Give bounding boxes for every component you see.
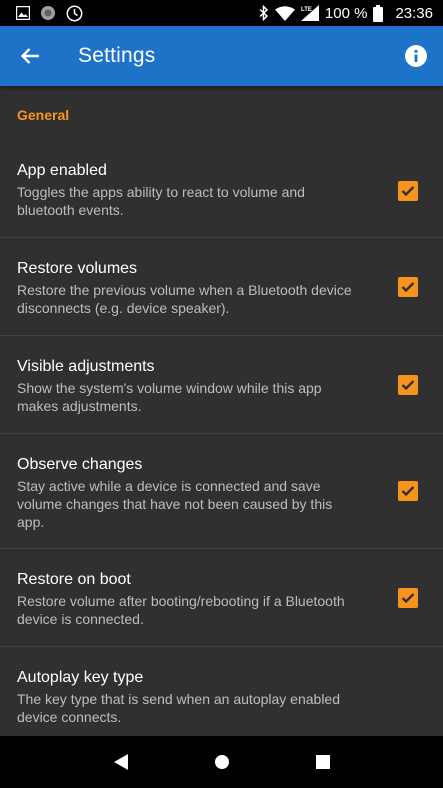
check-icon [401, 185, 415, 196]
status-time: 23:36 [395, 4, 433, 22]
home-icon [214, 755, 229, 769]
status-right: LTE 100 % 23:36 [259, 4, 433, 22]
check-icon [401, 486, 415, 497]
bluetooth-icon [259, 5, 269, 21]
pref-summary: Restore volume after booting/rebooting i… [17, 593, 345, 627]
nav-recents-button[interactable] [303, 742, 343, 782]
arrow-left-icon [20, 48, 39, 64]
visible-adjustments-checkbox[interactable] [398, 374, 418, 395]
pref-title: Restore on boot [17, 571, 131, 588]
status-left [16, 5, 83, 22]
battery-percent: 100 % [324, 4, 368, 22]
pref-title: Observe changes [17, 456, 143, 473]
pref-summary: Show the system's volume window while th… [17, 380, 322, 414]
status-bar: LTE 100 % 23:36 [0, 0, 443, 26]
clock-icon [66, 5, 83, 22]
pref-autoplay-key-type[interactable]: Autoplay key type The key type that is s… [0, 647, 443, 736]
image-icon [16, 6, 30, 20]
observe-changes-checkbox[interactable] [398, 481, 418, 501]
nav-home-button[interactable] [202, 742, 242, 782]
pref-title: Visible adjustments [17, 358, 155, 375]
nav-back-button[interactable] [101, 742, 141, 782]
recents-icon [315, 755, 330, 769]
navigation-bar [0, 736, 443, 788]
pref-title: App enabled [17, 162, 107, 179]
check-icon [401, 281, 415, 292]
record-icon [40, 5, 56, 21]
category-general: General [17, 107, 70, 123]
info-button[interactable] [389, 26, 443, 86]
battery-icon [373, 4, 384, 22]
pref-title: Autoplay key type [17, 669, 144, 686]
pref-summary: The key type that is send when an autopl… [17, 691, 340, 725]
wifi-icon [274, 5, 295, 21]
pref-observe-changes[interactable]: Observe changes Stay active while a devi… [0, 434, 443, 549]
page-title: Settings [78, 44, 156, 67]
pref-summary: Toggles the apps ability to react to vol… [17, 184, 305, 218]
restore-volumes-checkbox[interactable] [398, 276, 418, 297]
pref-restore-volumes[interactable]: Restore volumes Restore the previous vol… [0, 238, 443, 336]
app-enabled-checkbox[interactable] [398, 180, 418, 201]
pref-title: Restore volumes [17, 260, 138, 277]
pref-summary: Stay active while a device is connected … [17, 478, 333, 530]
back-icon [113, 754, 128, 770]
check-icon [401, 592, 415, 603]
lte-signal-icon: LTE [300, 5, 319, 21]
pref-app-enabled[interactable]: App enabled Toggles the apps ability to … [0, 144, 443, 238]
pref-restore-on-boot[interactable]: Restore on boot Restore volume after boo… [0, 549, 443, 647]
svg-text:LTE: LTE [301, 7, 312, 13]
app-bar: Settings [0, 26, 443, 86]
settings-list[interactable]: General App enabled Toggles the apps abi… [0, 86, 443, 736]
restore-on-boot-checkbox[interactable] [398, 587, 418, 608]
check-icon [401, 379, 415, 390]
info-icon [405, 45, 427, 67]
pref-summary: Restore the previous volume when a Bluet… [17, 282, 352, 316]
pref-visible-adjustments[interactable]: Visible adjustments Show the system's vo… [0, 336, 443, 434]
back-button[interactable] [0, 26, 60, 86]
